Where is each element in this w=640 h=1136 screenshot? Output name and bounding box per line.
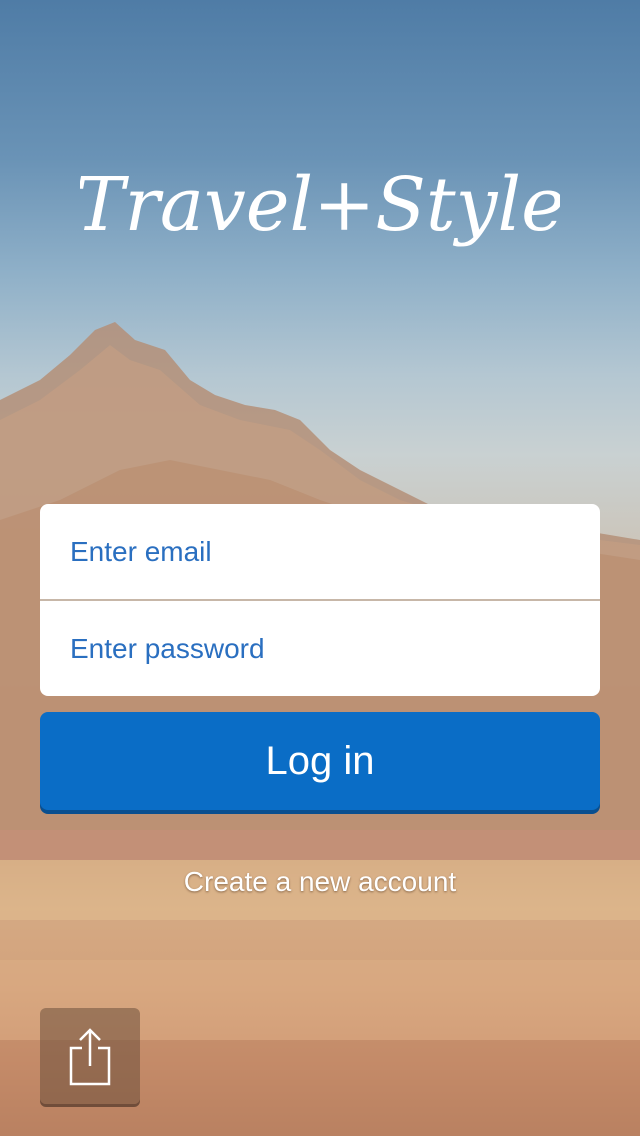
email-field[interactable] bbox=[40, 504, 600, 599]
create-account-link[interactable]: Create a new account bbox=[0, 866, 640, 898]
share-button[interactable] bbox=[40, 1008, 140, 1104]
share-icon bbox=[69, 1028, 111, 1086]
login-button[interactable]: Log in bbox=[40, 712, 600, 810]
password-field[interactable] bbox=[40, 601, 600, 696]
travel-style-logo: Travel+Style bbox=[75, 140, 565, 280]
svg-text:Travel+Style: Travel+Style bbox=[80, 162, 560, 248]
login-form-card bbox=[40, 504, 600, 696]
login-screen: Travel+Style Log in Create a new account bbox=[0, 0, 640, 1136]
logo-wordmark: Travel+Style bbox=[75, 162, 565, 248]
